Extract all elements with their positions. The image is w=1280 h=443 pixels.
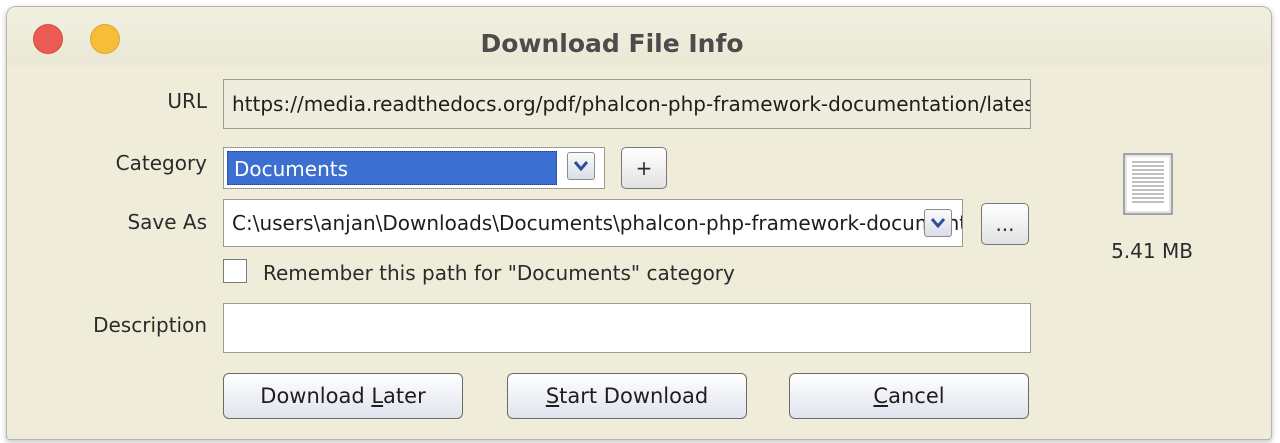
- start-download-button[interactable]: Start Download: [507, 373, 747, 419]
- chevron-down-icon: [573, 161, 589, 172]
- download-file-info-dialog: Download File Info URL https://media.rea…: [6, 6, 1272, 440]
- category-select[interactable]: Documents: [223, 147, 605, 189]
- remember-path-checkbox[interactable]: [223, 259, 247, 283]
- save-as-field[interactable]: C:\users\anjan\Downloads\Documents\phalc…: [223, 199, 963, 247]
- category-selected-value: Documents: [227, 151, 557, 185]
- url-field[interactable]: https://media.readthedocs.org/pdf/phalco…: [223, 79, 1031, 129]
- document-icon: [1123, 153, 1173, 219]
- category-dropdown-button[interactable]: [567, 152, 595, 180]
- title-bar[interactable]: Download File Info: [7, 7, 1271, 65]
- category-label: Category: [115, 151, 207, 175]
- cancel-label: Cancel: [873, 384, 945, 408]
- save-as-history-button[interactable]: [924, 209, 952, 237]
- window-title: Download File Info: [480, 29, 744, 58]
- add-category-button[interactable]: +: [621, 147, 667, 189]
- browse-button[interactable]: ...: [981, 203, 1029, 245]
- description-label: Description: [93, 313, 207, 337]
- description-field[interactable]: [223, 303, 1031, 353]
- chevron-down-icon: [930, 218, 946, 229]
- url-label: URL: [167, 89, 207, 113]
- download-later-button[interactable]: Download Later: [223, 373, 463, 419]
- remember-path-label: Remember this path for "Documents" categ…: [263, 261, 735, 285]
- cancel-button[interactable]: Cancel: [789, 373, 1029, 419]
- download-later-label: Download Later: [260, 384, 426, 408]
- save-as-label: Save As: [127, 210, 207, 234]
- file-size-text: 5.41 MB: [1111, 239, 1193, 263]
- start-download-label: Start Download: [545, 384, 709, 408]
